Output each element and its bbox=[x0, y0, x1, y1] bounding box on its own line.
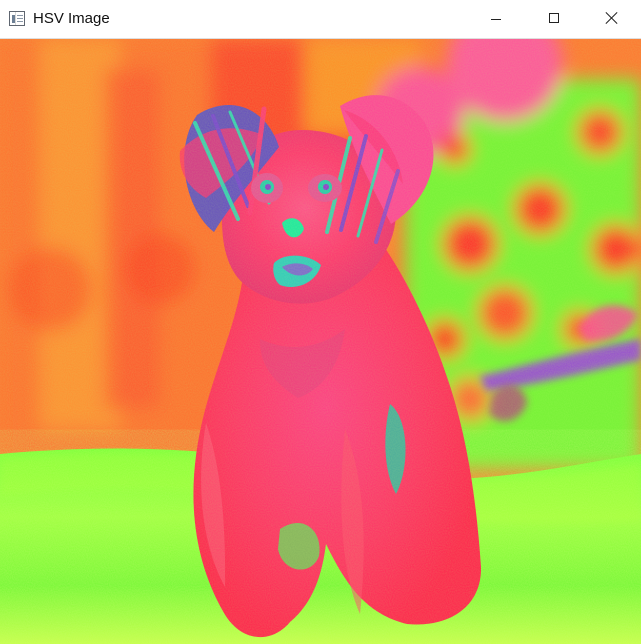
hsv-dog-image bbox=[0, 39, 641, 644]
window-title: HSV Image bbox=[33, 10, 110, 27]
hsv-noise-overlay bbox=[0, 39, 641, 644]
minimize-button[interactable] bbox=[467, 0, 525, 39]
window-controls bbox=[467, 0, 641, 39]
window-titlebar[interactable]: HSV Image bbox=[0, 0, 641, 39]
maximize-icon bbox=[549, 13, 559, 23]
app-window-icon bbox=[9, 11, 25, 26]
hsv-image-window: HSV Image bbox=[0, 0, 641, 644]
maximize-button[interactable] bbox=[525, 0, 583, 39]
hsv-image-canvas bbox=[0, 39, 641, 644]
close-icon bbox=[606, 12, 618, 24]
minimize-icon bbox=[491, 19, 501, 20]
close-button[interactable] bbox=[583, 0, 641, 39]
